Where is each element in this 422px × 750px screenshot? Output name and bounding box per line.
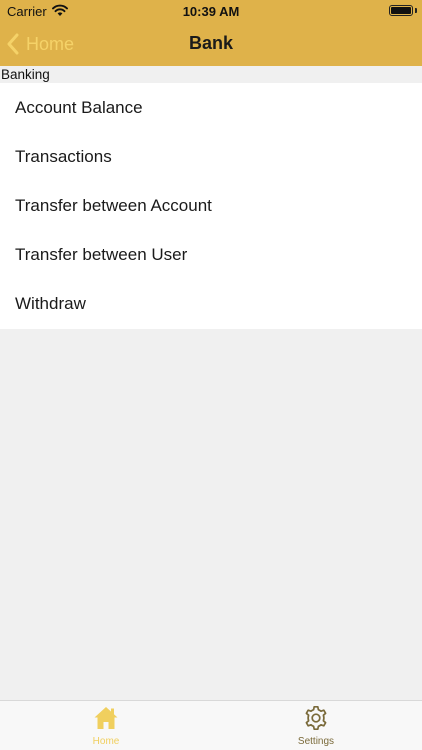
status-time: 10:39 AM [182, 4, 240, 19]
battery-icon [389, 5, 413, 16]
home-icon [94, 707, 118, 729]
page-title: Bank [188, 33, 233, 53]
tab-home-label: Home [92, 736, 120, 747]
section-header-label: Banking [1, 67, 50, 82]
banking-menu-list: Account Balance Transactions Transfer be… [0, 83, 422, 329]
header: Carrier 10:39 AM Home Bank [0, 0, 422, 66]
tab-settings-label: Settings [297, 736, 335, 747]
menu-item-transfer-between-account[interactable]: Transfer between Account [0, 181, 422, 230]
section-header: Banking [0, 66, 422, 83]
menu-item-withdraw[interactable]: Withdraw [0, 280, 422, 329]
gear-icon [305, 705, 327, 731]
menu-item-transactions[interactable]: Transactions [0, 132, 422, 181]
menu-item-account-balance[interactable]: Account Balance [0, 83, 422, 132]
status-bar: Carrier 10:39 AM [0, 0, 422, 22]
menu-item-transfer-between-user[interactable]: Transfer between User [0, 231, 422, 280]
tab-bar: Home Settings [0, 700, 422, 750]
tab-settings[interactable]: Settings [261, 705, 371, 749]
navigation-bar: Home Bank [0, 22, 422, 66]
battery-tip [415, 8, 417, 13]
tab-home[interactable]: Home [51, 705, 161, 749]
